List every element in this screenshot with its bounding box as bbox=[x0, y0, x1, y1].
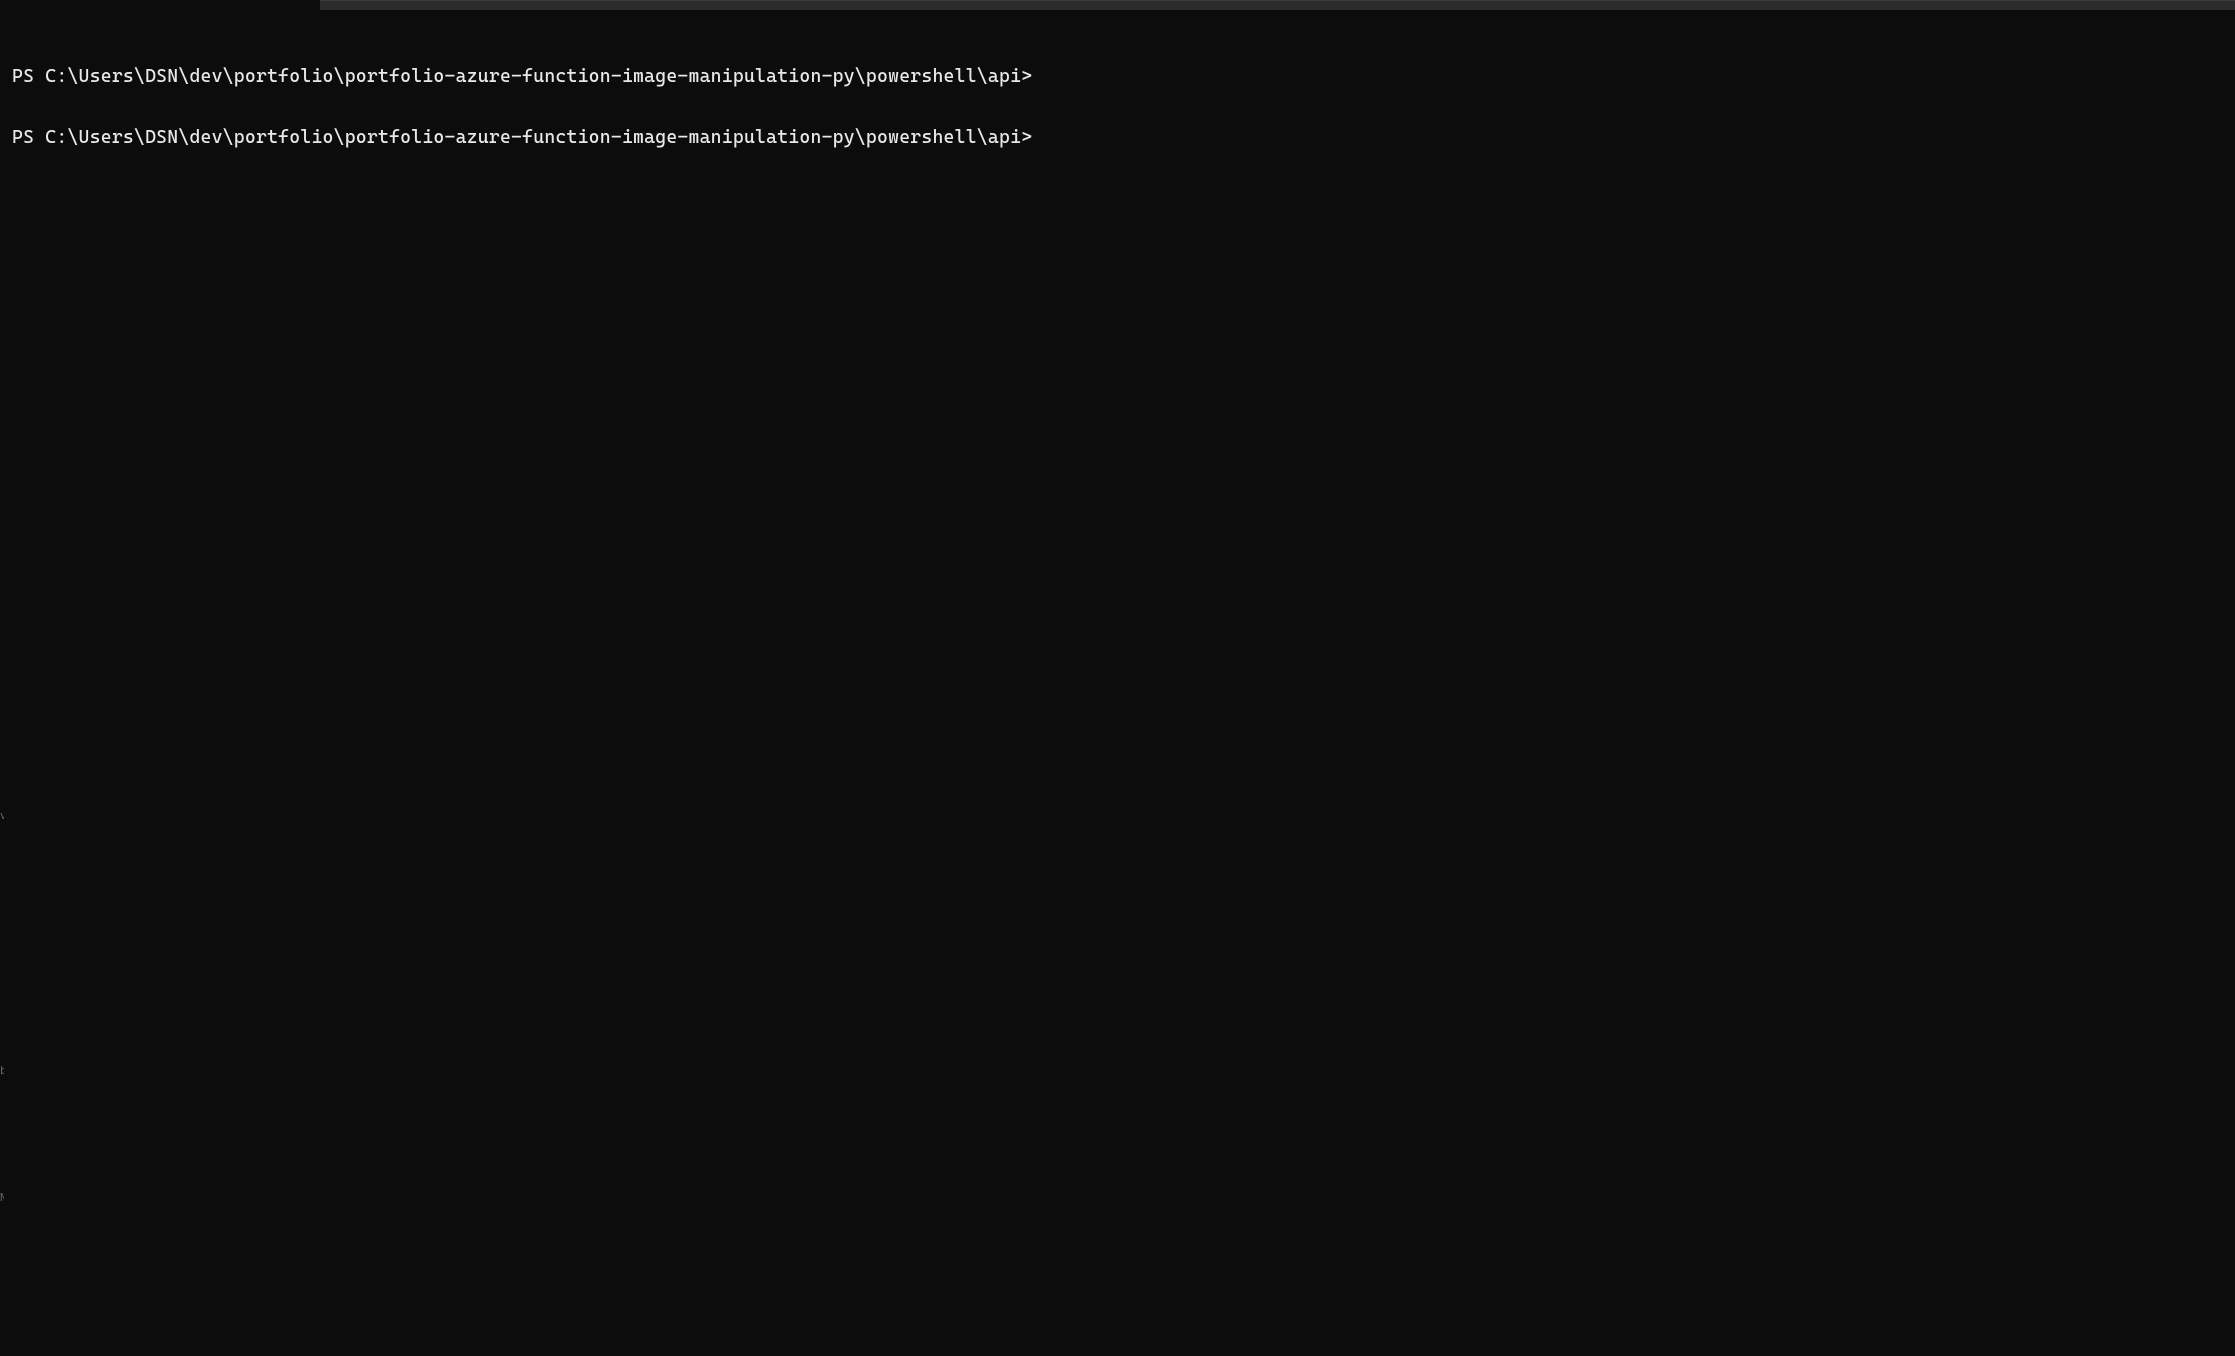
prompt-suffix: > bbox=[1021, 127, 1032, 148]
prompt-line-1: PS C:\Users\DSN\dev\portfolio\portfolio-… bbox=[12, 128, 2231, 148]
prompt-line-0: PS C:\Users\DSN\dev\portfolio\portfolio-… bbox=[12, 67, 2231, 87]
prompt-prefix: PS bbox=[12, 127, 45, 148]
title-bar-rest[interactable] bbox=[320, 0, 2235, 10]
terminal-wrap: v b N PS C:\Users\DSN\dev\portfolio\port… bbox=[0, 10, 2235, 1356]
terminal-pane[interactable]: PS C:\Users\DSN\dev\portfolio\portfolio-… bbox=[4, 20, 2231, 1352]
prompt-prefix: PS bbox=[12, 66, 45, 87]
active-tab-region[interactable] bbox=[0, 0, 320, 10]
terminal-content[interactable]: PS C:\Users\DSN\dev\portfolio\portfolio-… bbox=[4, 20, 2231, 189]
prompt-path: C:\Users\DSN\dev\portfolio\portfolio-azu… bbox=[45, 127, 1021, 148]
prompt-suffix: > bbox=[1021, 66, 1032, 87]
prompt-path: C:\Users\DSN\dev\portfolio\portfolio-azu… bbox=[45, 66, 1021, 87]
title-bar bbox=[0, 0, 2235, 10]
